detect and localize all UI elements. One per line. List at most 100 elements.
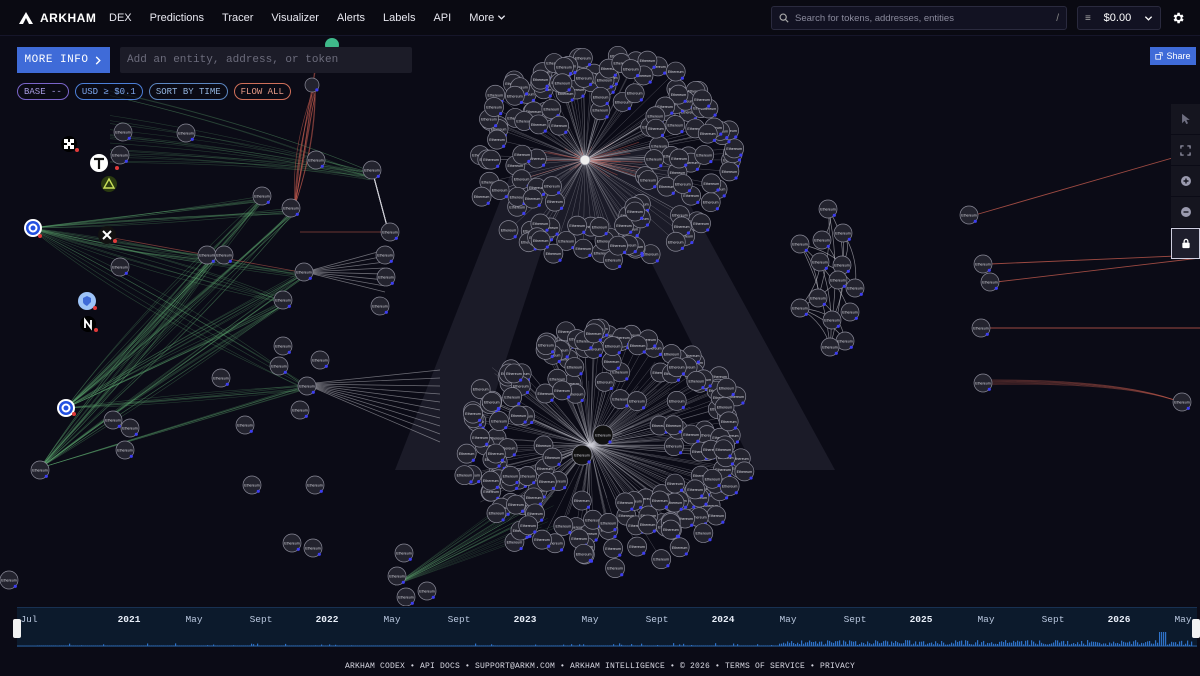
graph-node[interactable]: Ethereum [454, 465, 475, 486]
graph-node[interactable]: Ethereum [522, 188, 543, 209]
nav-link-dex[interactable]: DEX [100, 12, 141, 24]
graph-node[interactable]: Ethereum [115, 440, 135, 460]
graph-node[interactable]: Ethereum [269, 356, 289, 376]
graph-node[interactable]: Ethereum [716, 377, 737, 398]
tether-icon[interactable] [90, 154, 108, 172]
graph-node[interactable]: Ethereum [605, 558, 625, 578]
graph-node[interactable]: Ethereum [506, 494, 526, 515]
graph-node[interactable]: Ethereum [598, 513, 619, 533]
graph-node[interactable]: Ethereum [552, 73, 573, 94]
graph-node[interactable]: Ethereum [489, 411, 509, 431]
graph-node[interactable]: Ethereum [685, 479, 705, 500]
timeline-scrubber[interactable]: Jul 2021 May Sept 2022 May Sept 2023 May… [13, 607, 1200, 647]
pointer-tool-button[interactable] [1171, 104, 1200, 135]
graph-node[interactable]: Ethereum [481, 392, 502, 412]
graph-node[interactable]: Ethereum [103, 410, 123, 430]
graph-node[interactable]: Ethereum [573, 238, 594, 259]
graph-node[interactable]: Ethereum [828, 270, 848, 290]
graph-node[interactable]: Ethereum [583, 323, 604, 344]
graph-node[interactable]: Ethereum [638, 170, 658, 190]
graph-node[interactable]: Ethereum [176, 123, 196, 143]
graph-node[interactable]: Ethereum [615, 492, 636, 513]
graph-node[interactable]: Ethereum [608, 235, 628, 256]
graph-node[interactable]: Ethereum [197, 245, 217, 265]
graph-node[interactable]: Ethereum [480, 470, 501, 491]
graph-node[interactable]: Ethereum [387, 566, 407, 586]
graph-node[interactable]: Ethereum [589, 217, 610, 237]
graph-node[interactable]: Ethereum [242, 475, 262, 495]
graph-node[interactable]: Ethereum [665, 61, 686, 82]
graph-node[interactable]: Ethereum [294, 262, 314, 282]
hub-node[interactable]: Ethereum [592, 424, 614, 446]
graph-node[interactable]: Ethereum [485, 443, 506, 464]
more-info-button[interactable]: MORE INFO [17, 47, 110, 73]
graph-node[interactable]: Ethereum [362, 160, 382, 180]
graph-node[interactable]: Ethereum [530, 69, 551, 90]
graph-node[interactable]: Ethereum [693, 523, 714, 543]
brand[interactable]: ARKHAM [0, 11, 100, 25]
graph-node[interactable]: Ethereum [235, 415, 255, 435]
graph-node[interactable]: Ethereum [518, 515, 539, 536]
graph-node[interactable]: Ethereum [681, 424, 702, 445]
graph-node[interactable]: Ethereum [790, 234, 810, 254]
graph-node[interactable]: Ethereum [665, 115, 686, 135]
graph-node[interactable]: Ethereum [702, 468, 723, 489]
filter-base-chip[interactable]: BASE -- [17, 83, 69, 100]
graph-node[interactable]: Ethereum [535, 383, 556, 404]
graph-node[interactable]: Ethereum [810, 252, 830, 272]
graph-node[interactable]: Ethereum [666, 357, 687, 378]
graph-node[interactable]: Ethereum [625, 201, 645, 222]
filter-flow-chip[interactable]: FLOW ALL [233, 83, 291, 100]
graph-node[interactable]: Ethereum [504, 363, 524, 384]
graph-node[interactable]: Ethereum [487, 129, 507, 150]
graph-node[interactable]: Ethereum [812, 230, 832, 250]
graph-node[interactable]: Ethereum [664, 436, 684, 456]
graph-node[interactable]: Ethereum [651, 549, 672, 569]
graph-node[interactable]: Ethereum [500, 465, 521, 486]
graph-node[interactable]: Ethereum [665, 231, 686, 252]
graph-canvas[interactable]: Ethereum Ethereum Ethereum Ethereum Ethereum… [0, 36, 1200, 606]
graph-node[interactable]: Ethereum [692, 89, 712, 110]
settings-button[interactable] [1168, 8, 1188, 28]
graph-node[interactable]: Ethereum [528, 114, 549, 135]
share-button[interactable]: Share [1150, 47, 1196, 65]
graph-node[interactable]: Ethereum [700, 192, 721, 212]
graph-node[interactable]: Ethereum [0, 570, 19, 590]
graph-node[interactable] [304, 77, 320, 93]
graph-node[interactable]: Ethereum [646, 118, 666, 139]
graph-node[interactable]: Ethereum [297, 376, 317, 396]
flame-token-icon[interactable] [101, 176, 117, 192]
nav-link-predictions[interactable]: Predictions [141, 12, 213, 24]
graph-node[interactable]: Ethereum [517, 466, 537, 486]
nav-link-visualizer[interactable]: Visualizer [262, 12, 328, 24]
graph-node[interactable]: Ethereum [686, 371, 707, 391]
okx-icon[interactable] [61, 136, 77, 152]
graph-node[interactable]: Ethereum [30, 460, 50, 480]
nav-link-tracer[interactable]: Tracer [213, 12, 262, 24]
graph-node[interactable]: Ethereum [214, 245, 234, 265]
graph-node[interactable]: Ethereum [822, 310, 842, 330]
graph-node[interactable]: Ethereum [571, 490, 592, 511]
graph-node[interactable]: Ethereum [627, 536, 647, 557]
graph-node[interactable]: Ethereum [498, 220, 519, 240]
zoom-in-button[interactable] [1171, 166, 1200, 197]
graph-node[interactable]: Ethereum [621, 59, 641, 79]
graph-node[interactable]: Ethereum [808, 288, 828, 308]
graph-node[interactable]: Ethereum [370, 296, 390, 316]
graph-node[interactable]: Ethereum [456, 443, 477, 464]
graph-node[interactable]: Ethereum [701, 173, 722, 194]
graph-node[interactable]: Ethereum [281, 198, 301, 218]
zoom-out-button[interactable] [1171, 197, 1200, 228]
graph-node[interactable]: Ethereum [833, 223, 853, 243]
graph-node[interactable]: Ethereum [380, 222, 400, 242]
filter-sort-chip[interactable]: SORT BY TIME [148, 83, 228, 100]
graph-node[interactable]: Ethereum [697, 123, 718, 144]
graph-node[interactable]: Ethereum [549, 115, 570, 136]
graph-node[interactable]: Ethereum [669, 537, 690, 558]
graph-node[interactable]: Ethereum [665, 473, 685, 494]
graph-node[interactable]: Ethereum [273, 290, 293, 310]
graph-node[interactable]: Ethereum [542, 176, 562, 196]
graph-node[interactable]: Ethereum [840, 302, 860, 322]
graph-node[interactable]: Ethereum [306, 150, 326, 170]
graph-node[interactable]: Ethereum [463, 403, 483, 424]
